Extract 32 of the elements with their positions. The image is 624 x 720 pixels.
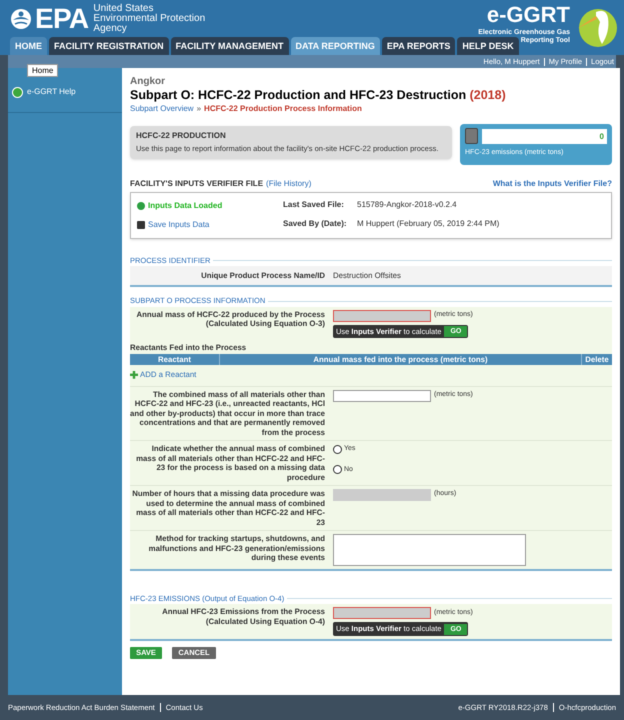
field-label: Saved By (Date): [283, 218, 348, 230]
input-field[interactable] [333, 390, 431, 402]
breadcrumb-current: HCFC-22 Production Process Information [204, 103, 362, 114]
tooltip: Home [27, 64, 58, 77]
epa-logo: EPA [35, 5, 88, 33]
flower-logo-icon [10, 8, 32, 30]
page-title: Subpart O: HCFC-22 Production and HFC-23 Destruction (2018) [130, 88, 507, 103]
nav-tab[interactable]: DATA REPORTING [290, 37, 380, 55]
facility-name: Angkor [130, 76, 166, 88]
save-inputs-link[interactable]: Save Inputs Data [148, 218, 210, 230]
file-history-link[interactable]: (File History) [266, 178, 312, 188]
section-heading: FACILITY'S INPUTS VERIFIER FILE [130, 178, 264, 188]
breadcrumb-link[interactable]: Subpart Overview [130, 103, 194, 114]
nav-tab[interactable]: EPA REPORTS [382, 37, 456, 55]
radio-button[interactable] [333, 465, 342, 474]
plus-icon [130, 370, 138, 379]
emissions-value: 0 [482, 128, 607, 144]
nav-tab[interactable]: HELP DESK [457, 37, 519, 55]
agency-name: United States Environmental Protection Agency [93, 4, 206, 34]
radio-button[interactable] [333, 444, 342, 454]
help-link[interactable]: What is the Inputs Verifier File? [492, 178, 612, 188]
nav-tab[interactable]: HOME [10, 37, 47, 55]
panel-title: HCFC-22 PRODUCTION [136, 131, 227, 141]
field-label: Last Saved File: [283, 200, 345, 210]
nav-tab[interactable]: FACILITY MANAGEMENT [170, 37, 289, 55]
breadcrumb-separator: » [196, 103, 202, 114]
app-logo: e-GGRT [486, 4, 570, 26]
nav-tab[interactable]: FACILITY REGISTRATION [49, 37, 169, 55]
text-area[interactable] [333, 534, 526, 566]
status-text: Inputs Data Loaded [148, 200, 222, 212]
field-value: M Huppert (February 05, 2019 2:44 PM) [357, 218, 500, 230]
field-value: 515789-Angkor-2018-v0.2.4 [357, 200, 458, 211]
